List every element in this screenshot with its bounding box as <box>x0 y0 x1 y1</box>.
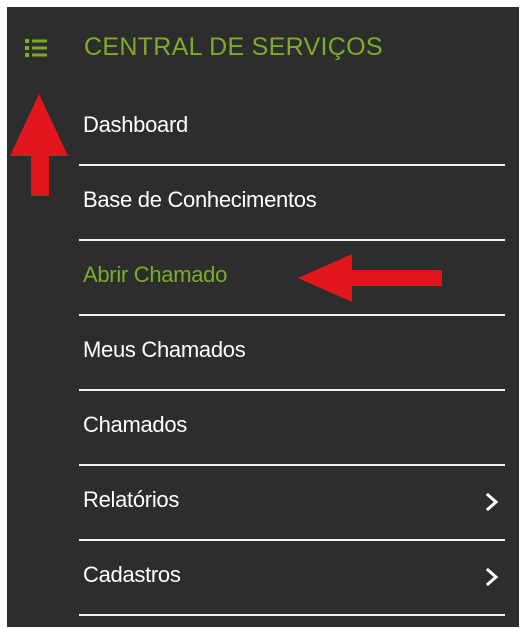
sidebar-item-meus-chamados[interactable]: Meus Chamados <box>79 316 505 391</box>
sidebar-item-label: Base de Conhecimentos <box>83 187 317 212</box>
chevron-right-icon <box>485 493 499 511</box>
sidebar-item-relatorios[interactable]: Relatórios <box>79 466 505 541</box>
sidebar-item-label: Relatórios <box>83 487 180 512</box>
sidebar-menu: Dashboard Base de Conhecimentos Abrir Ch… <box>79 91 505 616</box>
sidebar-item-base-de-conhecimentos[interactable]: Base de Conhecimentos <box>79 166 505 241</box>
sidebar-item-cadastros[interactable]: Cadastros <box>79 541 505 616</box>
sidebar-item-label: Abrir Chamado <box>83 262 228 287</box>
screenshot-stage: CENTRAL DE SERVIÇOS Dashboard Base de Co… <box>0 0 520 630</box>
list-menu-icon[interactable] <box>25 37 47 59</box>
sidebar-header: CENTRAL DE SERVIÇOS <box>7 25 519 73</box>
sidebar-item-label: Cadastros <box>83 562 181 587</box>
sidebar-item-abrir-chamado[interactable]: Abrir Chamado <box>79 241 505 316</box>
sidebar-item-dashboard[interactable]: Dashboard <box>79 91 505 166</box>
sidebar-item-label: Dashboard <box>83 112 188 137</box>
sidebar-nav: CENTRAL DE SERVIÇOS Dashboard Base de Co… <box>7 7 519 627</box>
menu-divider <box>79 614 505 616</box>
sidebar-title[interactable]: CENTRAL DE SERVIÇOS <box>84 33 383 62</box>
chevron-right-icon <box>485 568 499 586</box>
sidebar-item-label: Chamados <box>83 412 187 437</box>
sidebar-item-chamados[interactable]: Chamados <box>79 391 505 466</box>
sidebar-item-label: Meus Chamados <box>83 337 246 362</box>
